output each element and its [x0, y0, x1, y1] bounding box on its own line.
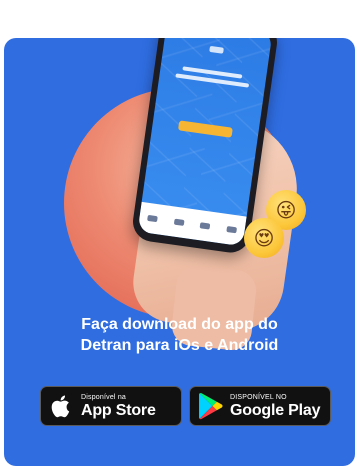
- google-play-logo-icon: [199, 392, 223, 420]
- app-download-card: 😜 😍 Faça download do app do Detran para …: [4, 38, 355, 466]
- google-play-label: Google Play: [230, 401, 321, 419]
- headline-line-2: Detran para iOs e Android: [80, 337, 279, 354]
- phone-screen: [137, 38, 273, 247]
- google-play-small-label: DISPONÍVEL NO: [230, 393, 287, 401]
- apple-logo-icon: [51, 395, 70, 418]
- nav-icon: [199, 222, 211, 230]
- google-play-badge[interactable]: DISPONÍVEL NO Google Play: [189, 386, 331, 426]
- headline-line-1: Faça download do app do: [81, 316, 278, 333]
- app-store-small-label: Disponível na: [81, 393, 127, 401]
- app-store-label: App Store: [81, 401, 156, 419]
- nav-icon: [226, 225, 237, 234]
- nav-icon: [173, 218, 185, 226]
- download-headline: Faça download do app do Detran para iOs …: [4, 314, 355, 356]
- app-store-badge[interactable]: Disponível na App Store: [40, 386, 182, 426]
- nav-icon: [147, 214, 159, 223]
- heart-eyes-face-icon: 😍: [244, 218, 284, 258]
